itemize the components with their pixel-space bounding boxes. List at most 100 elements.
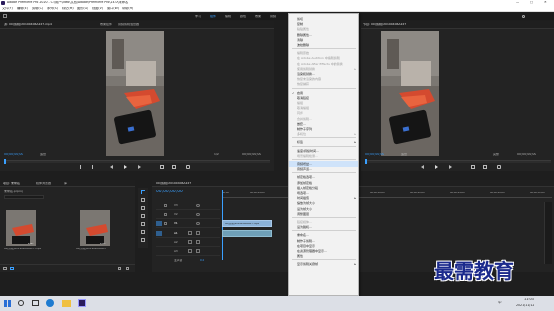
eye-icon[interactable] <box>196 204 200 207</box>
clock-date[interactable]: 2021/11/12 <box>516 304 534 307</box>
tab-audio-mixer[interactable]: 音频剪辑混合器 <box>118 23 139 26</box>
premiere-icon[interactable] <box>78 299 86 307</box>
context-menu-item[interactable]: 标签 ▸ <box>289 139 358 145</box>
insert-icon[interactable] <box>160 165 164 169</box>
pen-tool-icon[interactable] <box>141 230 145 234</box>
lock-icon[interactable] <box>164 222 167 225</box>
video-clip[interactable]: 00(剪辑)20190406A227.mp4 <box>222 220 272 227</box>
source-scrubber[interactable] <box>4 159 270 164</box>
program-fit-select[interactable]: 适合 <box>401 153 407 156</box>
tab-media-browser[interactable]: 媒体浏览器 <box>36 182 51 185</box>
trash-icon[interactable] <box>126 267 129 270</box>
eye-icon[interactable] <box>196 213 200 216</box>
context-menu-item[interactable]: 调整图层 <box>289 211 358 217</box>
menu-sequence[interactable]: 序列(S) <box>47 7 58 10</box>
master-value[interactable]: 0.0 <box>200 259 204 262</box>
selection-tool-icon[interactable] <box>141 190 145 194</box>
solo-button[interactable] <box>196 240 200 244</box>
menu-file[interactable]: 文件(F) <box>2 7 13 10</box>
source-patch-a1[interactable] <box>156 231 162 236</box>
program-export-frame-icon[interactable] <box>497 165 501 169</box>
clock-time[interactable]: 11:03 <box>524 298 534 301</box>
program-timecode[interactable]: 00;00;00;00 <box>365 153 384 156</box>
tab-libraries[interactable]: 库 <box>64 182 67 185</box>
source-playhead[interactable] <box>4 159 6 164</box>
lock-icon[interactable] <box>164 213 167 216</box>
context-menu-item[interactable]: 属性 <box>289 253 358 259</box>
context-menu-item[interactable]: 波纹删除 <box>289 42 358 48</box>
list-view-icon[interactable] <box>3 267 7 270</box>
eye-icon[interactable] <box>196 222 200 225</box>
source-timecode[interactable]: 00;00;00;00 <box>4 153 23 156</box>
project-thumb-2[interactable] <box>80 210 110 246</box>
tab-assembly[interactable]: 组件 <box>210 15 216 18</box>
source-ratio-select[interactable]: 1/2 <box>214 153 219 156</box>
tab-program[interactable]: 节目: 00(剪辑)20190406A227 <box>363 23 423 26</box>
razor-tool-icon[interactable] <box>141 214 145 218</box>
search-icon[interactable] <box>522 15 525 18</box>
search-taskbar-icon[interactable] <box>18 300 24 306</box>
icon-view-icon[interactable] <box>10 267 14 270</box>
mute-button[interactable] <box>188 231 192 235</box>
context-menu-item[interactable]: 场景编辑检测... <box>289 153 358 159</box>
mute-button[interactable] <box>188 240 192 244</box>
menu-view[interactable]: 视图(V) <box>92 7 103 10</box>
folder-icon[interactable] <box>62 300 71 307</box>
maximize-button[interactable]: □ <box>530 1 533 4</box>
menu-edit[interactable]: 编辑(E) <box>17 7 28 10</box>
project-search-input[interactable] <box>4 195 44 199</box>
tab-editing[interactable]: 编辑 <box>225 15 231 18</box>
context-menu-item[interactable]: 设为脱机... <box>289 224 358 230</box>
ime-indicator[interactable]: 中 <box>498 301 502 305</box>
tab-audio[interactable]: 音频 <box>270 15 276 18</box>
mark-out-icon[interactable] <box>90 165 93 169</box>
tab-sequence[interactable]: 00(剪辑)20190406A227 <box>156 182 216 185</box>
program-scrubber[interactable] <box>365 159 551 164</box>
audio-clip[interactable] <box>222 230 272 237</box>
mark-in-icon[interactable] <box>80 165 83 169</box>
windows-start-icon[interactable] <box>4 300 11 307</box>
step-forward-icon[interactable] <box>138 165 141 169</box>
program-step-back-icon[interactable] <box>421 165 424 169</box>
timeline-timecode[interactable]: 00;00;00;00 <box>156 190 183 194</box>
menu-graphics[interactable]: 图形(G) <box>77 7 88 10</box>
context-menu-item[interactable]: 音频声道... <box>289 166 358 172</box>
mute-button[interactable] <box>188 249 192 253</box>
context-menu-item[interactable]: 恢复捕获 <box>289 81 358 87</box>
tab-effect-controls[interactable]: 效果控件 <box>100 23 112 26</box>
source-fit-select[interactable]: 适合 <box>40 153 46 156</box>
menu-window[interactable]: 窗口(W) <box>107 7 119 10</box>
tab-learn[interactable]: 学习 <box>195 15 201 18</box>
close-button[interactable]: ✕ <box>544 1 547 4</box>
hand-tool-icon[interactable] <box>141 238 145 242</box>
export-frame-icon[interactable] <box>186 165 190 169</box>
context-menu-item[interactable]: 显示剪辑关键帧 ▸ <box>289 261 358 267</box>
tab-source[interactable]: 源: 00(剪辑)20190406A227.mp4 <box>4 23 84 26</box>
overwrite-icon[interactable] <box>172 165 176 169</box>
project-thumb-1[interactable] <box>6 210 36 246</box>
program-step-forward-icon[interactable] <box>449 165 452 169</box>
tab-color[interactable]: 颜色 <box>240 15 246 18</box>
solo-button[interactable] <box>196 249 200 253</box>
minimize-button[interactable]: — <box>516 1 519 4</box>
new-item-icon[interactable] <box>118 267 121 270</box>
program-playhead[interactable] <box>365 159 367 164</box>
edge-icon[interactable] <box>46 299 54 307</box>
step-back-icon[interactable] <box>110 165 113 169</box>
lock-icon[interactable] <box>164 204 167 207</box>
task-view-icon[interactable] <box>32 300 39 306</box>
timeline-ruler[interactable]: 00;00 00;00;04;00 00;00;08;00 00;00;12;0… <box>222 190 552 260</box>
program-ratio-select[interactable]: 完整 <box>493 153 499 156</box>
menu-marker[interactable]: 标记(M) <box>62 7 74 10</box>
source-patch-v1[interactable] <box>156 221 162 226</box>
track-select-tool-icon[interactable] <box>141 198 145 202</box>
menu-clip[interactable]: 剪辑(C) <box>32 7 43 10</box>
extract-icon[interactable] <box>483 165 487 169</box>
lift-icon[interactable] <box>471 165 475 169</box>
menu-help[interactable]: 帮助(H) <box>122 7 133 10</box>
program-play-icon[interactable] <box>435 165 438 169</box>
ripple-edit-tool-icon[interactable] <box>141 206 145 210</box>
play-icon[interactable] <box>124 165 127 169</box>
solo-button[interactable] <box>196 231 200 235</box>
tab-project[interactable]: 项目: 未命名 <box>3 182 20 185</box>
